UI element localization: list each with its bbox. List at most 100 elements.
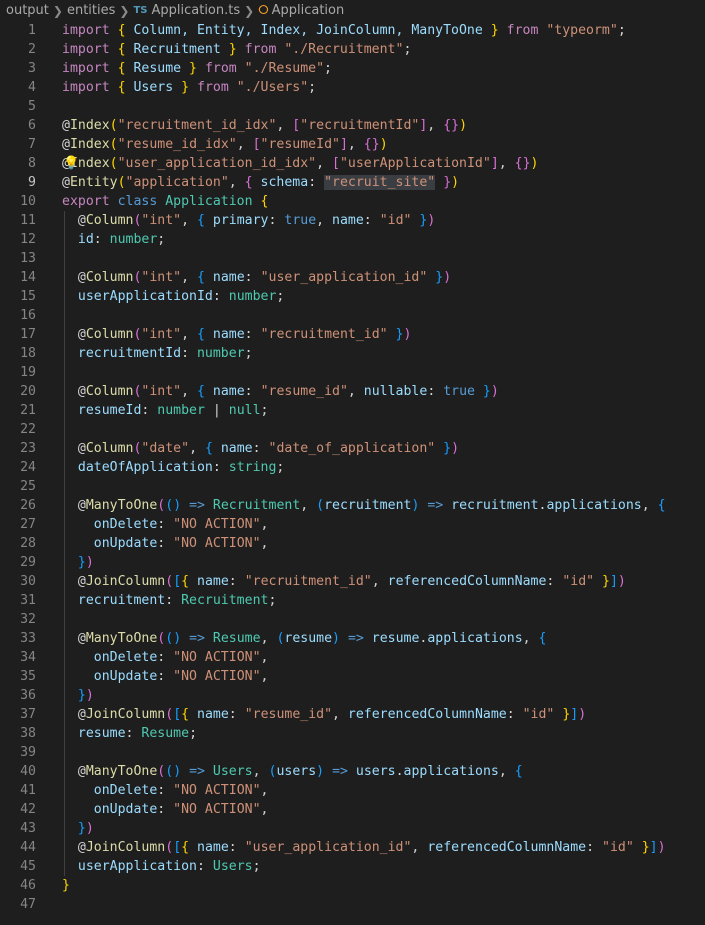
code-line[interactable]: 47 [0, 895, 705, 914]
code-line[interactable]: 38 resume: Resume; [0, 724, 705, 743]
code-line[interactable]: 39 [0, 743, 705, 762]
code-line[interactable]: 9 @Entity("application", { schema: "recru… [0, 173, 705, 192]
code-token: recruitment [451, 498, 539, 513]
line-number: 9 [28, 175, 36, 190]
code-line[interactable]: 8 @Index("user_application_id_idx", ["use… [0, 154, 705, 173]
code-line[interactable]: 13 [0, 249, 705, 268]
code-line[interactable]: 21 resumeId: number | null; [0, 401, 705, 420]
code-token: ) [578, 707, 587, 722]
code-text: recruitmentId: number; [36, 344, 253, 363]
code-line[interactable]: 46} [0, 876, 705, 895]
code-token: ( [109, 137, 118, 152]
code-token: recruitment [62, 593, 166, 608]
code-line[interactable]: 27 onDelete: "NO ACTION", [0, 515, 705, 534]
code-token: "int" [141, 213, 182, 228]
line-number: 36 [20, 688, 36, 703]
code-text: @Column("int", { primary: true, name: "i… [36, 211, 435, 230]
code-line[interactable]: 36 }) [0, 686, 705, 705]
code-token: ] [609, 574, 618, 589]
code-line[interactable]: 3 import { Resume } from "./Resume"; [0, 59, 705, 78]
code-line[interactable]: 30 @JoinColumn([{ name: "recruitment_id"… [0, 572, 705, 591]
code-line[interactable]: 12 id: number; [0, 230, 705, 249]
code-token: Column [85, 384, 134, 399]
line-number: 7 [28, 137, 36, 152]
line-number: 31 [20, 593, 36, 608]
code-line[interactable]: 37 @JoinColumn([{ name: "resume_id", ref… [0, 705, 705, 724]
code-text: userApplicationId: number; [36, 287, 284, 306]
code-token: users [355, 764, 396, 779]
code-token: , [252, 764, 269, 779]
code-line[interactable]: 43 }) [0, 819, 705, 838]
code-line[interactable]: 16 [0, 306, 705, 325]
code-line[interactable]: 20 @Column("int", { name: "resume_id", n… [0, 382, 705, 401]
code-editor[interactable]: 1 import { Column, Entity, Index, JoinCol… [0, 21, 705, 914]
breadcrumb-item-entities[interactable]: entities [67, 3, 115, 18]
code-token: : [141, 403, 158, 418]
code-token: , [522, 631, 539, 646]
code-token: : [308, 175, 325, 190]
code-line[interactable]: 44 @JoinColumn([{ name: "user_applicatio… [0, 838, 705, 857]
code-line[interactable]: 28 onUpdate: "NO ACTION", [0, 534, 705, 553]
code-line[interactable]: 5 [0, 97, 705, 116]
code-token: [ [173, 707, 182, 722]
code-token: ( [165, 764, 174, 779]
code-token: ( [165, 707, 174, 722]
lightbulb-icon[interactable]: 💡 [63, 154, 79, 173]
code-token: } [62, 878, 70, 893]
code-line[interactable]: 42 onUpdate: "NO ACTION", [0, 800, 705, 819]
code-token: "user_application_id" [260, 270, 428, 285]
code-line[interactable]: 22 [0, 420, 705, 439]
code-token: | [204, 403, 229, 418]
code-line[interactable]: 25 [0, 477, 705, 496]
code-token: } [189, 61, 205, 76]
code-token: : [157, 669, 174, 684]
code-line[interactable]: 23 @Column("date", { name: "date_of_appl… [0, 439, 705, 458]
code-token: { [117, 80, 134, 95]
code-line[interactable]: 34 onDelete: "NO ACTION", [0, 648, 705, 667]
code-line[interactable]: 33 @ManyToOne(() => Resume, (resume) => … [0, 629, 705, 648]
code-line[interactable]: 24 dateOfApplication: string; [0, 458, 705, 477]
code-line[interactable]: 41 onDelete: "NO ACTION", [0, 781, 705, 800]
code-token: [ [332, 156, 340, 171]
code-line[interactable]: 11 @Column("int", { primary: true, name:… [0, 211, 705, 230]
code-token: name [212, 327, 245, 342]
breadcrumb-item-output[interactable]: output [6, 3, 49, 18]
code-line[interactable]: 26 @ManyToOne(() => Recruitment, (recrui… [0, 496, 705, 515]
code-line[interactable]: 7 @Index("resume_id_idx", ["resumeId"], {… [0, 135, 705, 154]
code-line[interactable]: 29 }) [0, 553, 705, 572]
code-line[interactable]: 10 export class Application { [0, 192, 705, 211]
code-line[interactable]: 18 recruitmentId: number; [0, 344, 705, 363]
code-line[interactable]: 6 @Index("recruitment_id_idx", ["recruitm… [0, 116, 705, 135]
code-text: @ManyToOne(() => Users, (users) => users… [36, 762, 523, 781]
code-token: ) [411, 498, 428, 513]
code-line[interactable]: 14 @Column("int", { name: "user_applicat… [0, 268, 705, 287]
code-token: ) [85, 555, 94, 570]
code-token: , [181, 213, 198, 228]
code-line[interactable]: 32 [0, 610, 705, 629]
code-token: ( [316, 498, 325, 513]
code-line[interactable]: 4 import { Users } from "./Users"; [0, 78, 705, 97]
code-line[interactable]: 45 userApplication: Users; [0, 857, 705, 876]
code-line[interactable]: 15 userApplicationId: number; [0, 287, 705, 306]
chevron-right-icon: ❯ [52, 3, 63, 18]
breadcrumb-item-file[interactable]: Application.ts [151, 3, 240, 18]
code-line[interactable]: 31 recruitment: Recruitment; [0, 591, 705, 610]
code-text: @Index("resume_id_idx", ["resumeId"], {}… [36, 135, 388, 154]
code-token: ( [165, 631, 174, 646]
code-token: "int" [141, 270, 182, 285]
breadcrumb-item-symbol[interactable]: Application [272, 3, 345, 18]
code-line[interactable]: 2 import { Recruitment } from "./Recruitm… [0, 40, 705, 59]
line-number: 22 [20, 422, 36, 437]
code-line[interactable]: 17 @Column("int", { name: "recruitment_i… [0, 325, 705, 344]
code-line[interactable]: 19 [0, 363, 705, 382]
code-token: , [260, 650, 269, 665]
code-text: userApplication: Users; [36, 857, 261, 876]
code-line[interactable]: 1 import { Column, Entity, Index, JoinCol… [0, 21, 705, 40]
code-token: ; [252, 859, 261, 874]
code-token: : [252, 441, 269, 456]
code-line[interactable]: 35 onUpdate: "NO ACTION", [0, 667, 705, 686]
code-token: userApplicationId [62, 289, 213, 304]
code-line[interactable]: 40 @ManyToOne(() => Users, (users) => us… [0, 762, 705, 781]
